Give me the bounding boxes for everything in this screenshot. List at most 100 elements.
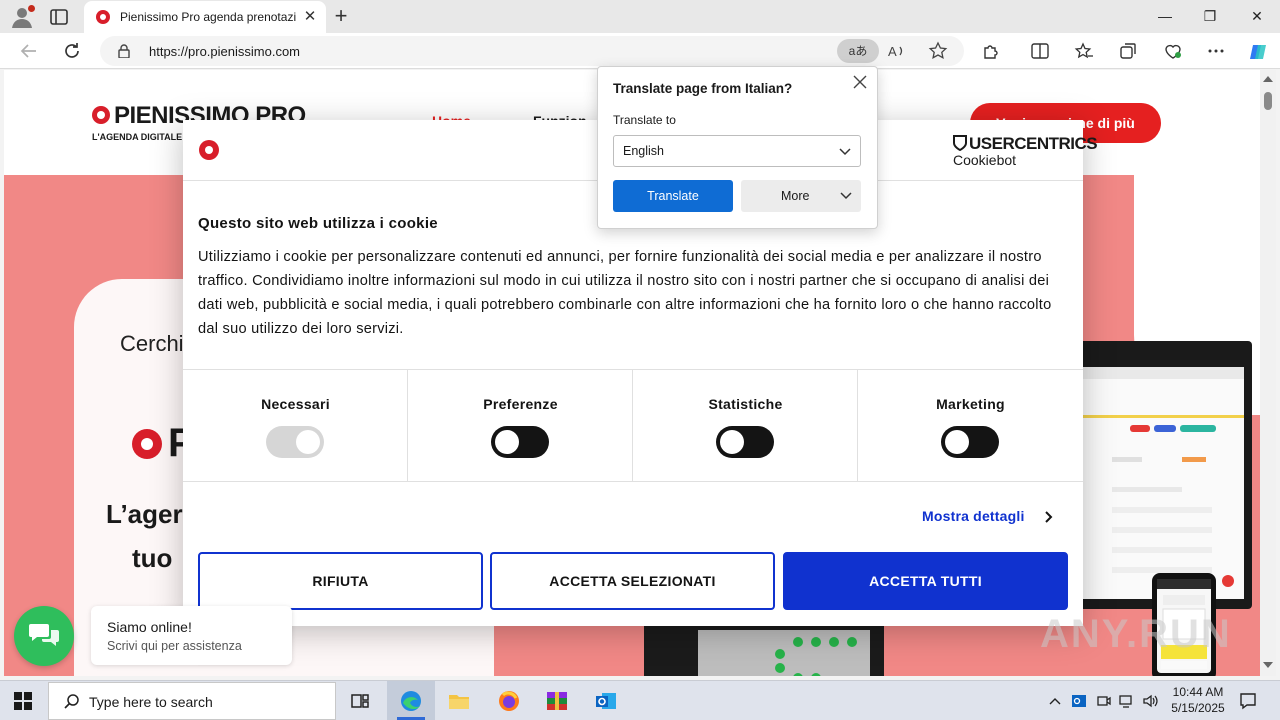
usercentrics-text: USERCENTRICS [969, 134, 1098, 153]
watermark-logo: ANY.RUN [1040, 612, 1232, 656]
svg-text:A: A [888, 44, 897, 59]
hero-intro-text: Cerchi [120, 331, 184, 356]
chat-prompt-text: Scrivi qui per assistenza [107, 639, 242, 653]
minimize-icon[interactable]: — [1155, 6, 1175, 26]
refresh-icon[interactable] [61, 40, 83, 62]
logo-mark-icon [92, 106, 110, 124]
chevron-up-icon[interactable] [1047, 693, 1063, 709]
collections-icon[interactable] [1118, 41, 1138, 61]
translate-popup: Translate page from Italian? Translate t… [597, 66, 878, 229]
url-text[interactable]: https://pro.pienissimo.com [149, 44, 300, 59]
meet-now-icon[interactable] [1096, 693, 1112, 709]
site-favicon-icon [96, 10, 110, 24]
cookie-categories: Necessari Preferenze Statistiche Marketi… [183, 369, 1083, 482]
cookie-dialog-body: Questo sito web utilizza i cookie Utiliz… [198, 215, 1068, 341]
address-bar[interactable]: https://pro.pienissimo.com aあ A [100, 36, 964, 66]
translate-to-label: Translate to [613, 113, 676, 127]
usercentrics-logo[interactable]: USERCENTRICS [953, 134, 1098, 154]
browser-toolbar: https://pro.pienissimo.com aあ A [0, 33, 1280, 69]
extensions-icon[interactable] [981, 41, 1001, 61]
category-preferenze: Preferenze [408, 370, 633, 482]
winrar-icon[interactable] [545, 689, 569, 713]
edge-icon[interactable] [399, 689, 423, 713]
taskbar-search[interactable]: Type here to search [48, 682, 336, 720]
task-view-icon[interactable] [348, 689, 372, 713]
cookie-description: Utilizziamo i cookie per personalizzare … [198, 249, 1052, 337]
clock-time: 10:44 AM [1172, 685, 1224, 699]
search-icon [63, 693, 80, 710]
shield-icon [953, 135, 967, 152]
category-marketing: Marketing [858, 370, 1083, 482]
tab-close-icon[interactable]: ✕ [302, 9, 318, 25]
copilot-icon[interactable] [1247, 41, 1267, 61]
hero-heading-line1: L’ager [106, 499, 183, 529]
chat-status-text: Siamo online! [107, 619, 192, 635]
profile-icon[interactable] [10, 5, 35, 29]
notification-icon[interactable] [1238, 691, 1258, 711]
window-close-icon[interactable]: ✕ [1247, 6, 1267, 26]
category-label: Necessari [261, 396, 330, 412]
lock-icon[interactable] [118, 44, 130, 59]
hero-heading-line2: tuo [132, 543, 173, 573]
chat-greeting[interactable]: Siamo online! Scrivi qui per assistenza [91, 606, 292, 665]
outlook-icon[interactable] [594, 689, 618, 713]
file-explorer-icon[interactable] [447, 689, 471, 713]
browser-tab-bar: Pienissimo Pro agenda prenotazi ✕ + — ❐ … [0, 0, 1280, 33]
laptop-mockup-image [1074, 341, 1252, 609]
scroll-up-icon[interactable] [1263, 76, 1273, 82]
translate-button[interactable]: Translate [613, 180, 733, 212]
category-label: Preferenze [483, 396, 558, 412]
toggle-preferenze[interactable] [491, 426, 549, 458]
tab-actions-icon[interactable] [48, 6, 70, 28]
scroll-thumb[interactable] [1264, 92, 1272, 110]
windows-taskbar: Type here to search 10:44 AM 5/15/2025 [0, 680, 1280, 720]
browser-tab-active[interactable]: Pienissimo Pro agenda prenotazi ✕ [84, 1, 326, 33]
read-aloud-icon[interactable]: A [887, 41, 907, 61]
favorite-star-icon[interactable] [928, 41, 948, 61]
new-tab-icon[interactable]: + [330, 5, 352, 27]
toggle-necessari[interactable] [266, 426, 324, 458]
scroll-down-icon[interactable] [1263, 662, 1273, 668]
logo-tagline: L'AGENDA DIGITALE [92, 132, 183, 142]
windows-start-icon[interactable] [14, 692, 32, 710]
more-options-button[interactable]: More [741, 180, 861, 212]
toggle-marketing[interactable] [941, 426, 999, 458]
network-icon[interactable] [1119, 693, 1135, 709]
back-icon[interactable] [18, 40, 40, 62]
close-icon[interactable] [851, 73, 869, 91]
more-icon[interactable] [1206, 41, 1226, 61]
chat-launcher-button[interactable] [14, 606, 74, 666]
browser-essentials-icon[interactable] [1163, 41, 1183, 61]
chevron-down-icon [838, 145, 852, 159]
category-necessari: Necessari [183, 370, 408, 482]
split-screen-icon[interactable] [1030, 41, 1050, 61]
outlook-tray-icon[interactable] [1071, 693, 1087, 709]
restore-icon[interactable]: ❐ [1200, 6, 1220, 26]
clock-date: 5/15/2025 [1171, 701, 1225, 715]
language-value: English [623, 144, 664, 158]
translate-page-icon[interactable]: aあ [837, 39, 879, 63]
favorites-icon[interactable] [1074, 41, 1094, 61]
category-statistiche: Statistiche [633, 370, 858, 482]
hero-logo-mark-icon [132, 429, 162, 459]
language-select[interactable]: English [613, 135, 861, 167]
accept-selected-button[interactable]: ACCETTA SELEZIONATI [490, 552, 775, 610]
chevron-down-icon [839, 189, 853, 203]
chevron-right-icon[interactable] [1043, 510, 1055, 524]
system-clock[interactable]: 10:44 AM 5/15/2025 [1162, 684, 1234, 716]
firefox-icon[interactable] [497, 689, 521, 713]
more-label: More [781, 189, 810, 203]
reject-button[interactable]: RIFIUTA [198, 552, 483, 610]
tablet-mockup-image [644, 626, 884, 676]
show-details-link[interactable]: Mostra dettagli [922, 508, 1025, 524]
tab-title: Pienissimo Pro agenda prenotazi [120, 10, 296, 24]
category-label: Marketing [936, 396, 1005, 412]
accept-all-button[interactable]: ACCETTA TUTTI [783, 552, 1068, 610]
page-scrollbar[interactable] [1260, 70, 1276, 676]
translate-title: Translate page from Italian? [613, 81, 793, 96]
volume-icon[interactable] [1142, 693, 1158, 709]
search-placeholder: Type here to search [89, 694, 213, 710]
toggle-statistiche[interactable] [716, 426, 774, 458]
site-logo-mark-icon [199, 140, 219, 160]
chat-icon [29, 624, 59, 646]
